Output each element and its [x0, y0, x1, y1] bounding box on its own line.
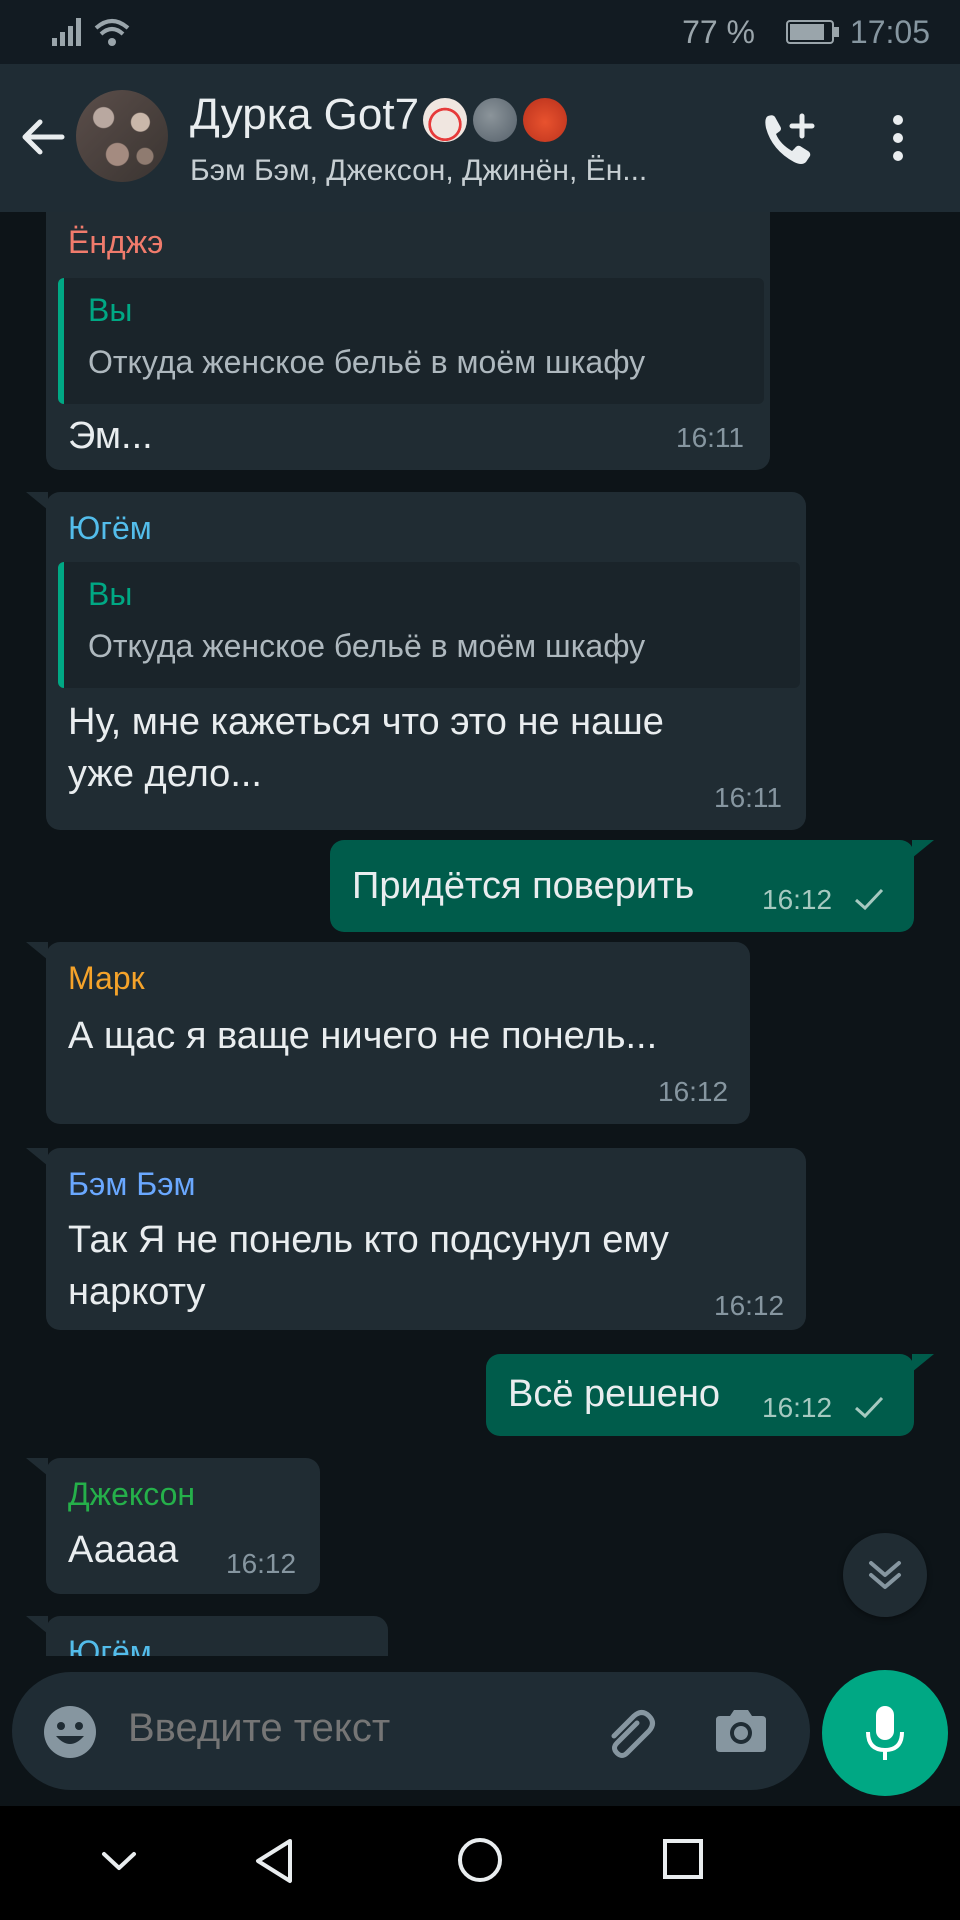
attach-icon[interactable] — [600, 1706, 660, 1762]
quoted-text: Откуда женское бельё в моём шкафу — [88, 344, 646, 380]
sender-name: Бэм Бэм — [68, 1166, 196, 1202]
message-time: 16:11 — [676, 422, 744, 453]
sender-name: Югём — [68, 510, 152, 546]
clown-emoji-icon — [423, 97, 468, 142]
back-nav-icon[interactable] — [252, 1836, 296, 1886]
double-chevron-down-icon — [869, 1561, 901, 1589]
chat-messages[interactable]: Ёнджэ Вы Откуда женское бельё в моём шка… — [0, 212, 960, 1656]
message-text-line-1: Ну, мне кажеться что это не наше — [68, 701, 664, 743]
sender-name: Джексон — [68, 1476, 196, 1512]
incoming-message[interactable]: Югём — [46, 1616, 388, 1656]
bubble-tail — [26, 1148, 48, 1166]
message-time: 16:12 — [714, 1290, 785, 1321]
battery-percent: 77 % — [682, 14, 755, 50]
bubble-tail — [26, 1458, 48, 1476]
moon-face-emoji-icon — [473, 97, 518, 142]
message-input-bar — [12, 1672, 810, 1790]
incoming-message[interactable]: Джексон Ааааа 16:12 — [46, 1458, 320, 1594]
incoming-message[interactable]: Ёнджэ Вы Откуда женское бельё в моём шка… — [46, 212, 770, 470]
devil-emoji-icon — [523, 97, 568, 142]
message-text: Ааааа — [68, 1529, 179, 1571]
sender-name: Марк — [68, 960, 145, 996]
more-options-icon[interactable] — [888, 112, 908, 164]
quoted-text: Откуда женское бельё в моём шкафу — [88, 628, 646, 664]
message-text-line-2: наркоту — [68, 1271, 206, 1313]
outgoing-message[interactable]: Всё решено 16:12 — [486, 1354, 914, 1436]
microphone-icon — [866, 1706, 904, 1760]
message-text: Придётся поверить — [352, 865, 695, 907]
message-time: 16:11 — [714, 782, 782, 813]
sent-check-icon — [855, 1396, 884, 1419]
bubble-tail — [912, 1354, 934, 1372]
emoji-icon[interactable] — [42, 1704, 98, 1760]
bubble-tail — [26, 492, 48, 510]
incoming-message[interactable]: Югём Вы Откуда женское бельё в моём шкаф… — [46, 492, 806, 830]
voice-message-button[interactable] — [822, 1670, 948, 1796]
clock: 17:05 — [849, 14, 930, 50]
bubble-tail — [26, 1616, 48, 1634]
home-nav-icon[interactable] — [456, 1836, 504, 1884]
quoted-sender: Вы — [88, 292, 133, 328]
chat-header: Дурка Got7 Бэм Бэм, Джексон, Джинён, Ён.… — [0, 64, 960, 212]
chat-participants[interactable]: Бэм Бэм, Джексон, Джинён, Ён... — [190, 154, 730, 188]
scroll-to-bottom-button[interactable] — [843, 1533, 927, 1617]
group-avatar[interactable] — [76, 90, 168, 182]
incoming-message[interactable]: Бэм Бэм Так Я не понель кто подсунул ему… — [46, 1148, 806, 1330]
message-text: А щас я ваще ничего не понель... — [68, 1015, 658, 1057]
message-text: Эм... — [68, 415, 153, 457]
quoted-message[interactable]: Вы Откуда женское бельё в моём шкафу — [58, 562, 800, 688]
signal-wifi-icon — [52, 18, 130, 46]
message-time: 16:12 — [762, 884, 833, 915]
sender-name: Ёнджэ — [68, 224, 164, 260]
recents-nav-icon[interactable] — [662, 1838, 704, 1880]
status-bar: 77 % 17:05 — [0, 0, 960, 64]
chat-title[interactable]: Дурка Got7 — [190, 90, 573, 142]
message-time: 16:12 — [658, 1076, 729, 1107]
message-text-line-2: уже дело... — [68, 753, 262, 795]
battery-icon — [786, 20, 839, 44]
outgoing-message[interactable]: Придётся поверить 16:12 — [330, 840, 914, 932]
back-arrow-icon[interactable] — [18, 112, 68, 162]
incoming-message[interactable]: Марк А щас я ваще ничего не понель... 16… — [46, 942, 750, 1124]
sender-name: Югём — [68, 1634, 152, 1656]
hide-keyboard-icon[interactable] — [100, 1846, 138, 1876]
add-call-icon[interactable] — [758, 108, 822, 172]
camera-icon[interactable] — [712, 1706, 770, 1756]
bubble-tail — [912, 840, 934, 858]
message-time: 16:12 — [226, 1548, 297, 1579]
quoted-sender: Вы — [88, 576, 133, 612]
system-navigation-bar — [0, 1806, 960, 1920]
message-text: Всё решено — [508, 1373, 721, 1415]
bubble-tail — [26, 942, 48, 960]
message-time: 16:12 — [762, 1392, 833, 1423]
quoted-message[interactable]: Вы Откуда женское бельё в моём шкафу — [58, 278, 764, 404]
title-emojis — [423, 92, 573, 142]
message-text-line-1: Так Я не понель кто подсунул ему — [68, 1219, 669, 1261]
message-input[interactable] — [128, 1706, 568, 1751]
sent-check-icon — [855, 888, 884, 911]
